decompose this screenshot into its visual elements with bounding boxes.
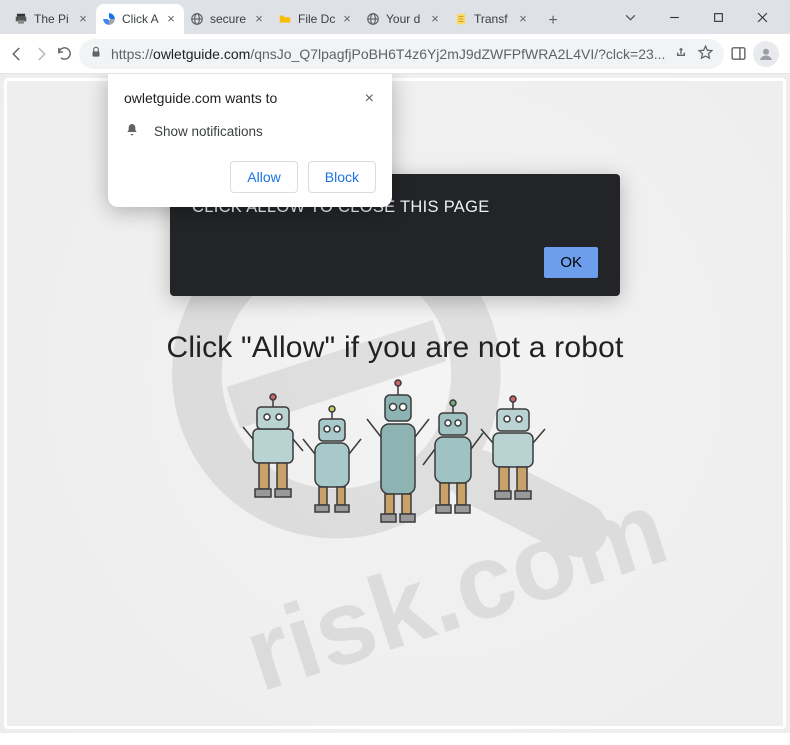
permission-line: Show notifications [154,124,263,139]
tab-label: secure [210,12,252,26]
tab-label: Transf [474,12,516,26]
close-icon[interactable]: × [516,12,530,26]
maximize-button[interactable] [696,2,740,32]
close-icon[interactable]: × [340,12,354,26]
tab-label: File Dc [298,12,340,26]
tab-4[interactable]: Your d × [360,4,448,34]
browser-toolbar: https://owletguide.com/qnsJo_Q7lpagfjPoB… [0,34,790,74]
avatar-icon [753,41,779,67]
ok-button[interactable]: OK [544,247,598,278]
chevron-down-icon[interactable] [608,2,652,32]
reload-button[interactable] [56,39,73,69]
bell-icon [124,122,140,141]
close-icon[interactable]: × [164,12,178,26]
page-headline: Click "Allow" if you are not a robot [0,331,790,365]
globe-icon [366,12,380,26]
folder-icon [278,12,292,26]
share-icon[interactable] [673,44,689,63]
lock-icon [89,45,103,62]
new-tab-button[interactable]: + [540,8,566,34]
window-titlebar: The Pi × Click A × secure × File Dc × [0,0,790,34]
url-host: owletguide.com [153,46,250,62]
page-viewport: risk.com CLICK ALLOW TO CLOSE THIS PAGE … [0,74,790,733]
allow-button[interactable]: Allow [230,161,297,193]
tab-1-active[interactable]: Click A × [96,4,184,34]
tab-label: Your d [386,12,428,26]
star-icon[interactable] [697,44,714,64]
side-panel-icon[interactable] [730,39,747,69]
close-icon[interactable]: × [76,12,90,26]
tab-0[interactable]: The Pi × [8,4,96,34]
forward-button[interactable] [32,39,50,69]
tab-3[interactable]: File Dc × [272,4,360,34]
tab-strip: The Pi × Click A × secure × File Dc × [0,0,608,34]
printer-icon [14,12,28,26]
notification-permission-prompt: owletguide.com wants to × Show notificat… [108,74,392,207]
url-path: /qnsJo_Q7lpagfjPoBH6T4z6Yj2mJ9dZWFPfWRA2… [250,46,665,62]
close-icon[interactable]: × [252,12,266,26]
close-icon[interactable]: × [428,12,442,26]
permission-title: owletguide.com wants to [124,90,277,106]
menu-button[interactable] [785,39,790,69]
globe-icon [190,12,204,26]
close-icon[interactable]: × [363,90,376,108]
close-window-button[interactable] [740,2,784,32]
tab-label: Click A [122,12,164,26]
minimize-button[interactable] [652,2,696,32]
url-protocol: https:// [111,46,153,62]
tab-2[interactable]: secure × [184,4,272,34]
robots-illustration [0,369,790,549]
recaptcha-icon [102,12,116,26]
tab-5[interactable]: Transf × [448,4,536,34]
block-button[interactable]: Block [308,161,376,193]
tab-label: The Pi [34,12,76,26]
window-controls [608,0,790,34]
url-text: https://owletguide.com/qnsJo_Q7lpagfjPoB… [111,46,665,62]
address-bar[interactable]: https://owletguide.com/qnsJo_Q7lpagfjPoB… [79,39,724,69]
sheet-icon [454,12,468,26]
profile-avatar[interactable] [753,39,779,69]
back-button[interactable] [8,39,26,69]
